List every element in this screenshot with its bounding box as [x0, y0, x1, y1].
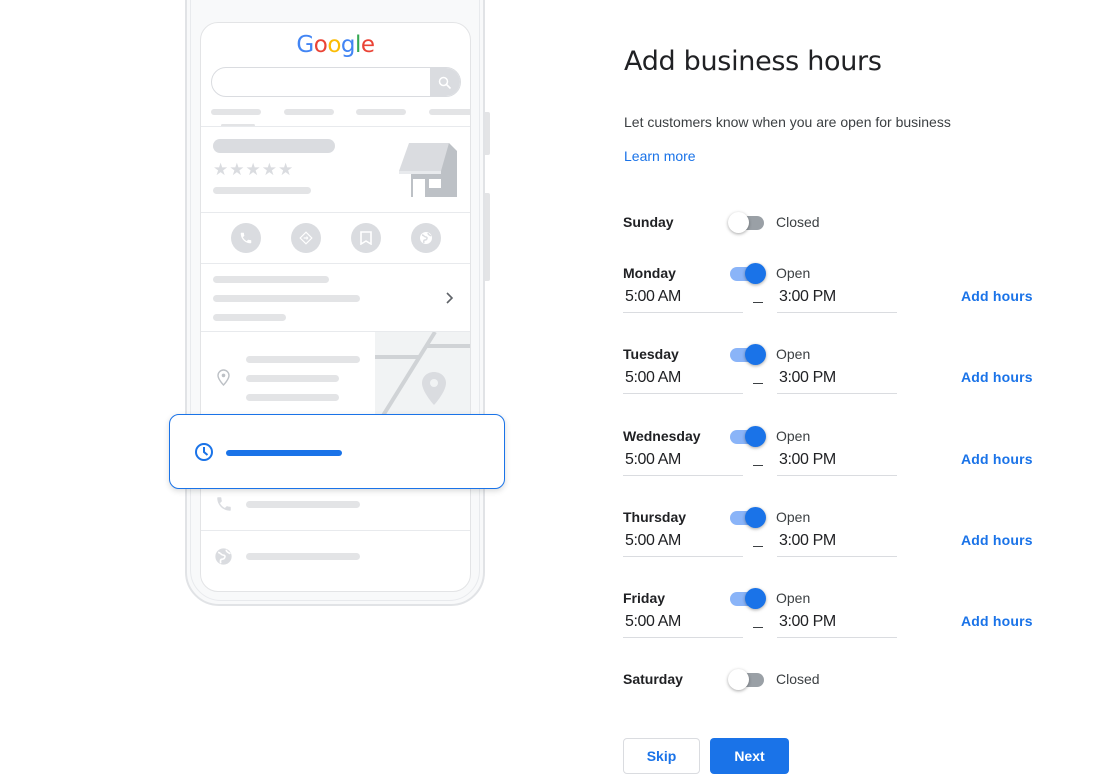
skeleton-tab	[429, 109, 470, 115]
rating-stars: ★★★★★	[213, 160, 295, 179]
day-toggle[interactable]	[728, 587, 766, 609]
day-name: Monday	[623, 265, 676, 281]
day-status: Open	[776, 265, 811, 281]
logo-letter: o	[313, 32, 328, 58]
search-icon	[430, 68, 460, 96]
day-name: Saturday	[623, 671, 683, 687]
time-range-dash	[753, 383, 763, 384]
hours-highlight-card	[169, 414, 505, 489]
mock-search-bar	[211, 67, 461, 97]
day-name: Wednesday	[623, 428, 701, 444]
skeleton-line	[246, 553, 360, 560]
chevron-right-icon	[445, 291, 455, 310]
divider	[201, 126, 470, 127]
phone-side-button	[485, 112, 490, 155]
logo-letter: g	[340, 32, 356, 58]
phone-screen: Google ★★★★★	[200, 22, 471, 592]
logo-letter: o	[327, 32, 341, 58]
skeleton-tab	[284, 109, 334, 115]
mini-map	[375, 332, 470, 422]
skeleton-line	[213, 295, 360, 302]
google-logo: Google	[201, 32, 470, 58]
hours-skeleton-bar	[226, 450, 342, 456]
closes-at-field[interactable]: 3:00 PM	[777, 612, 897, 638]
bookmark-icon	[351, 223, 381, 253]
divider	[201, 212, 470, 213]
day-status: Open	[776, 346, 811, 362]
skeleton-tab	[211, 109, 261, 115]
next-button[interactable]: Next	[710, 738, 789, 774]
day-name: Tuesday	[623, 346, 679, 362]
opens-at-field[interactable]: 5:00 AM	[623, 450, 743, 476]
day-name: Sunday	[623, 214, 674, 230]
logo-letter: e	[360, 32, 375, 58]
add-hours-button[interactable]: Add hours	[961, 451, 1033, 467]
divider	[201, 263, 470, 264]
skeleton-line	[246, 501, 360, 508]
phone-icon	[215, 495, 233, 518]
skip-button[interactable]: Skip	[623, 738, 700, 774]
globe-icon	[411, 223, 441, 253]
skeleton-line	[213, 314, 286, 321]
skeleton-business-name	[213, 139, 335, 153]
skeleton-line	[246, 356, 360, 363]
closes-at-field[interactable]: 3:00 PM	[777, 531, 897, 557]
page-title: Add business hours	[624, 46, 882, 77]
time-range-dash	[753, 627, 763, 628]
add-hours-button[interactable]: Add hours	[961, 288, 1033, 304]
opens-at-field[interactable]: 5:00 AM	[623, 287, 743, 313]
time-range-dash	[753, 302, 763, 303]
location-pin-icon	[217, 369, 230, 391]
learn-more-link[interactable]: Learn more	[624, 148, 696, 164]
day-toggle[interactable]	[728, 211, 766, 233]
opens-at-field[interactable]: 5:00 AM	[623, 531, 743, 557]
closes-at-field[interactable]: 3:00 PM	[777, 450, 897, 476]
day-status: Closed	[776, 671, 820, 687]
divider	[201, 530, 470, 531]
add-hours-button[interactable]: Add hours	[961, 532, 1033, 548]
skeleton-tab	[356, 109, 406, 115]
time-range-dash	[753, 465, 763, 466]
skeleton-line	[246, 375, 339, 382]
skeleton-category	[213, 187, 311, 194]
day-status: Open	[776, 428, 811, 444]
day-name: Thursday	[623, 509, 687, 525]
day-name: Friday	[623, 590, 666, 606]
closes-at-field[interactable]: 3:00 PM	[777, 287, 897, 313]
page-subtitle: Let customers know when you are open for…	[624, 114, 951, 130]
day-status: Closed	[776, 214, 820, 230]
day-toggle[interactable]	[728, 668, 766, 690]
day-status: Open	[776, 590, 811, 606]
day-toggle[interactable]	[728, 506, 766, 528]
add-hours-button[interactable]: Add hours	[961, 369, 1033, 385]
clock-icon	[194, 442, 214, 467]
phone-side-button	[485, 193, 490, 281]
time-range-dash	[753, 546, 763, 547]
day-toggle[interactable]	[728, 343, 766, 365]
closes-at-field[interactable]: 3:00 PM	[777, 368, 897, 394]
add-hours-button[interactable]: Add hours	[961, 613, 1033, 629]
directions-icon	[291, 223, 321, 253]
opens-at-field[interactable]: 5:00 AM	[623, 368, 743, 394]
storefront-icon	[399, 141, 459, 204]
logo-letter: G	[296, 32, 314, 58]
day-status: Open	[776, 509, 811, 525]
skeleton-line	[213, 276, 329, 283]
skeleton-line	[246, 394, 339, 401]
globe-icon	[214, 547, 233, 571]
phone-icon	[231, 223, 261, 253]
opens-at-field[interactable]: 5:00 AM	[623, 612, 743, 638]
day-toggle[interactable]	[728, 262, 766, 284]
day-toggle[interactable]	[728, 425, 766, 447]
